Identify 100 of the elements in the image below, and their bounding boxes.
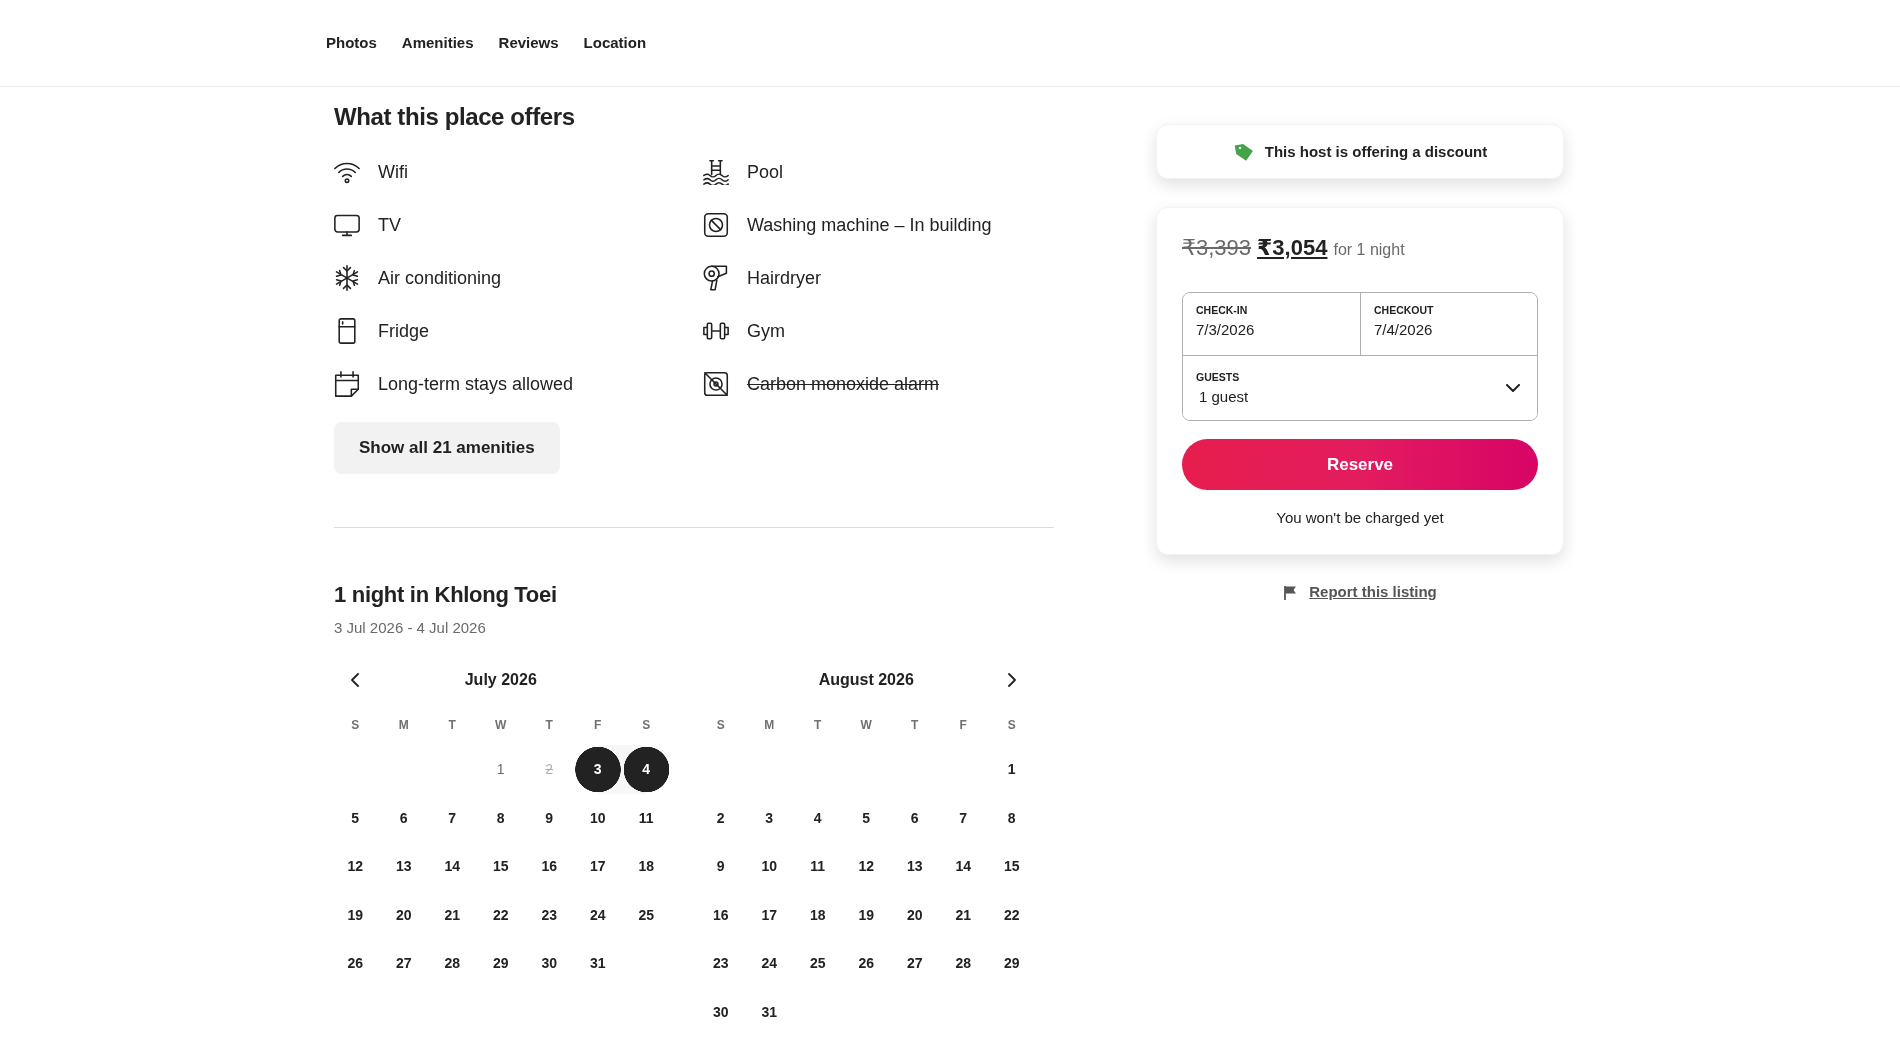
charge-note: You won't be charged yet xyxy=(1275,508,1445,528)
calendar-day[interactable]: 3 xyxy=(573,745,622,794)
calendar-day[interactable]: 28 xyxy=(428,939,477,988)
stay-dates: 3 Jul 2026 - 4 Jul 2026 xyxy=(334,618,487,638)
calendar-day[interactable]: 21 xyxy=(428,890,477,939)
calendar-day[interactable]: 10 xyxy=(573,793,622,842)
nav-link[interactable]: Reviews xyxy=(498,33,559,53)
weekday-label: T xyxy=(545,718,553,732)
nav-link[interactable]: Location xyxy=(583,33,647,53)
amenity-label: Hairdryer xyxy=(747,266,821,290)
calendar-day[interactable]: 8 xyxy=(476,793,525,842)
amenity-label: Air conditioning xyxy=(378,266,502,290)
weekday-label: T xyxy=(448,718,456,732)
calendar-day[interactable]: 10 xyxy=(745,842,794,891)
calendar-day[interactable]: 16 xyxy=(525,842,574,891)
calendar-day[interactable]: 25 xyxy=(793,939,842,988)
calendar-day[interactable]: 18 xyxy=(793,890,842,939)
amenity-label: Carbon monoxide alarm xyxy=(747,372,940,396)
calendar-day[interactable]: 15 xyxy=(987,842,1036,891)
calendar-day[interactable]: 16 xyxy=(696,890,745,939)
checkout-field[interactable]: CHECKOUT 7/4/2026 xyxy=(1360,293,1537,355)
calendar-day[interactable]: 9 xyxy=(525,793,574,842)
calendar-day[interactable]: 5 xyxy=(331,793,380,842)
weekday-label: T xyxy=(911,718,919,732)
calendar-day[interactable]: 29 xyxy=(476,939,525,988)
calendar-day[interactable]: 8 xyxy=(987,793,1036,842)
field-value: 7/3/2026 xyxy=(1196,320,1255,340)
field-label: CHECK-IN xyxy=(1196,304,1248,317)
calendar-day[interactable]: 26 xyxy=(331,939,380,988)
chevron-left-icon xyxy=(351,673,360,687)
calendar-day[interactable]: 22 xyxy=(987,890,1036,939)
calendar-day[interactable]: 7 xyxy=(428,793,477,842)
amenity-label: Wifi xyxy=(378,160,408,184)
calendar-day[interactable]: 31 xyxy=(573,939,622,988)
calendar-day[interactable]: 1 xyxy=(476,745,525,794)
calendar-day[interactable]: 18 xyxy=(622,842,671,891)
calendar-day[interactable]: 24 xyxy=(573,890,622,939)
reserve-button[interactable]: Reserve xyxy=(1182,439,1538,490)
calendar-day[interactable]: 29 xyxy=(987,939,1036,988)
calendar-day[interactable]: 30 xyxy=(696,987,745,1036)
calendar-day[interactable]: 17 xyxy=(573,842,622,891)
weekday-label: M xyxy=(764,718,775,732)
calendar-day[interactable]: 11 xyxy=(622,793,671,842)
calendar-day[interactable]: 13 xyxy=(890,842,939,891)
calendar-day[interactable]: 11 xyxy=(793,842,842,891)
calendar-day[interactable]: 23 xyxy=(525,890,574,939)
calendar-day[interactable]: 23 xyxy=(696,939,745,988)
month-title: August 2026 xyxy=(817,670,915,690)
calendar-day[interactable]: 14 xyxy=(939,842,988,891)
calendar-day[interactable]: 27 xyxy=(379,939,428,988)
crossed-out-detector-icon xyxy=(703,370,729,397)
calendar-day[interactable]: 27 xyxy=(890,939,939,988)
calendar-day[interactable]: 19 xyxy=(842,890,891,939)
amenity-label: Gym xyxy=(747,319,785,343)
calendar-day[interactable]: 26 xyxy=(842,939,891,988)
flag-icon xyxy=(1283,584,1298,600)
calendar-day[interactable]: 6 xyxy=(379,793,428,842)
report-listing-link[interactable]: Report this listing xyxy=(1309,582,1437,602)
calendar-icon xyxy=(334,370,360,397)
calendar-day[interactable]: 19 xyxy=(331,890,380,939)
weekday-label: T xyxy=(814,718,822,732)
calendar-day[interactable]: 21 xyxy=(939,890,988,939)
calendar-day[interactable]: 7 xyxy=(939,793,988,842)
price-unit: for 1 night xyxy=(1333,240,1405,260)
calendar-day[interactable]: 24 xyxy=(745,939,794,988)
amenity-label: Washing machine – In building xyxy=(747,213,992,237)
calendar-day[interactable]: 20 xyxy=(890,890,939,939)
calendar-day[interactable]: 5 xyxy=(842,793,891,842)
snowflake-icon xyxy=(334,264,360,291)
calendar-day[interactable]: 13 xyxy=(379,842,428,891)
original-price: ₹3,393 xyxy=(1182,234,1252,262)
stay-title: 1 night in Khlong Toei xyxy=(334,581,558,609)
nav-link[interactable]: Amenities xyxy=(401,33,474,53)
calendar-day[interactable]: 3 xyxy=(745,793,794,842)
calendar-day[interactable]: 6 xyxy=(890,793,939,842)
section-heading: What this place offers xyxy=(334,102,576,132)
calendar-day[interactable]: 20 xyxy=(379,890,428,939)
calendar-day[interactable]: 31 xyxy=(745,987,794,1036)
calendar-day[interactable]: 15 xyxy=(476,842,525,891)
calendar-day[interactable]: 28 xyxy=(939,939,988,988)
calendar-day[interactable]: 25 xyxy=(622,890,671,939)
calendar-day[interactable]: 14 xyxy=(428,842,477,891)
month-title: July 2026 xyxy=(463,670,538,690)
amenity-label: Fridge xyxy=(378,319,430,343)
calendar-day[interactable]: 4 xyxy=(622,745,671,794)
nav-link[interactable]: Photos xyxy=(326,33,377,53)
calendar-day[interactable]: 12 xyxy=(331,842,380,891)
calendar-day[interactable]: 17 xyxy=(745,890,794,939)
calendar-day[interactable]: 30 xyxy=(525,939,574,988)
weekday-label: W xyxy=(495,718,507,732)
calendar-day[interactable]: 1 xyxy=(987,745,1036,794)
calendar-day[interactable]: 4 xyxy=(793,793,842,842)
discounted-price[interactable]: ₹3,054 xyxy=(1257,232,1328,264)
calendar-day[interactable]: 9 xyxy=(696,842,745,891)
chevron-down-icon xyxy=(1506,384,1520,392)
show-all-amenities-button[interactable]: Show all 21 amenities xyxy=(334,422,560,474)
calendar-day[interactable]: 12 xyxy=(842,842,891,891)
calendar-day[interactable]: 22 xyxy=(476,890,525,939)
amenity-label: Pool xyxy=(747,160,784,184)
calendar-day[interactable]: 2 xyxy=(696,793,745,842)
